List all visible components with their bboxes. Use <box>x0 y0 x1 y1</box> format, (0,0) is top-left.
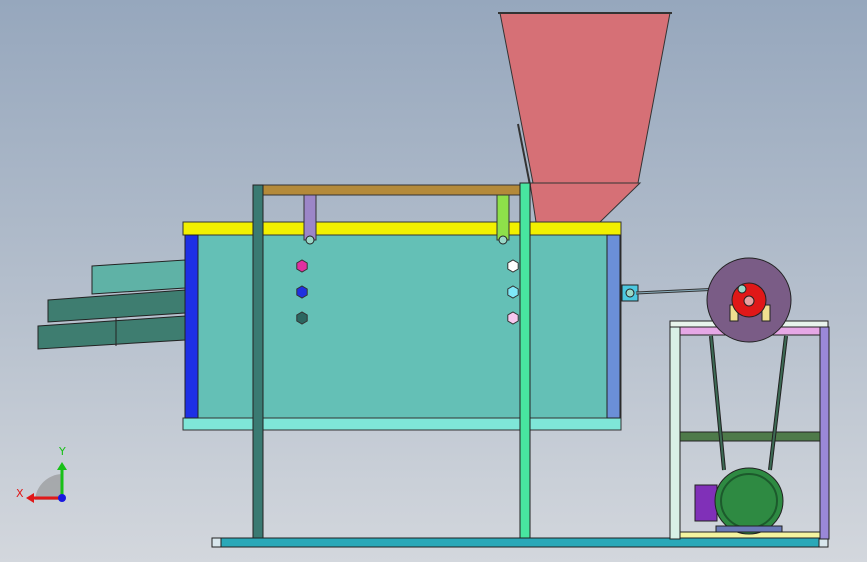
upper-chute <box>91 259 186 295</box>
hex-bolt-left-3 <box>296 311 308 325</box>
drum-right-end-cap <box>606 234 621 419</box>
hanger-right-pin <box>498 235 508 245</box>
drive-belts <box>709 335 788 471</box>
triad-plane-indicator <box>35 474 62 500</box>
hex-bolt-left-2 <box>296 285 308 299</box>
frame-post-right <box>519 182 531 539</box>
motor-end-cap <box>694 484 718 522</box>
drum-bottom-rail <box>182 417 622 431</box>
drum-top-rail <box>182 221 622 236</box>
stand-leg-left <box>669 326 681 540</box>
hanger-left <box>303 194 317 241</box>
hopper-throat <box>529 182 642 223</box>
y-axis-arrowhead <box>57 462 67 470</box>
x-axis-arrowhead <box>26 493 34 503</box>
drum-left-end-cap <box>184 234 199 419</box>
base-rail <box>211 537 829 548</box>
hanger-left-pin <box>305 235 315 245</box>
bolt-column-left <box>296 259 308 325</box>
hex-bolt-right-3 <box>507 311 519 325</box>
frame-post-left <box>252 184 264 539</box>
coordinate-triad: X Y <box>16 445 67 503</box>
stand-middle-shelf <box>679 431 821 442</box>
crank-pin <box>737 284 747 294</box>
hanger-right <box>496 194 510 241</box>
bolt-column-right <box>507 259 519 325</box>
hex-bolt-left-1 <box>296 259 308 273</box>
hex-bolt-right-1 <box>507 259 519 273</box>
cad-viewport[interactable]: X Y <box>0 0 867 562</box>
rod-bracket-pin <box>625 288 635 298</box>
stand-leg-right <box>819 326 830 540</box>
z-axis-dot <box>58 494 66 502</box>
y-axis-label: Y <box>58 445 66 458</box>
x-axis-label: X <box>16 487 24 500</box>
top-beam <box>259 184 523 196</box>
base-rail-end-left <box>211 537 222 548</box>
screen-drum-body <box>184 233 622 419</box>
machine-assembly-drawing: X Y <box>16 12 830 548</box>
hex-bolt-right-2 <box>507 285 519 299</box>
crank-hub <box>743 295 755 307</box>
motor-base <box>715 525 783 533</box>
motor-housing <box>714 467 784 535</box>
